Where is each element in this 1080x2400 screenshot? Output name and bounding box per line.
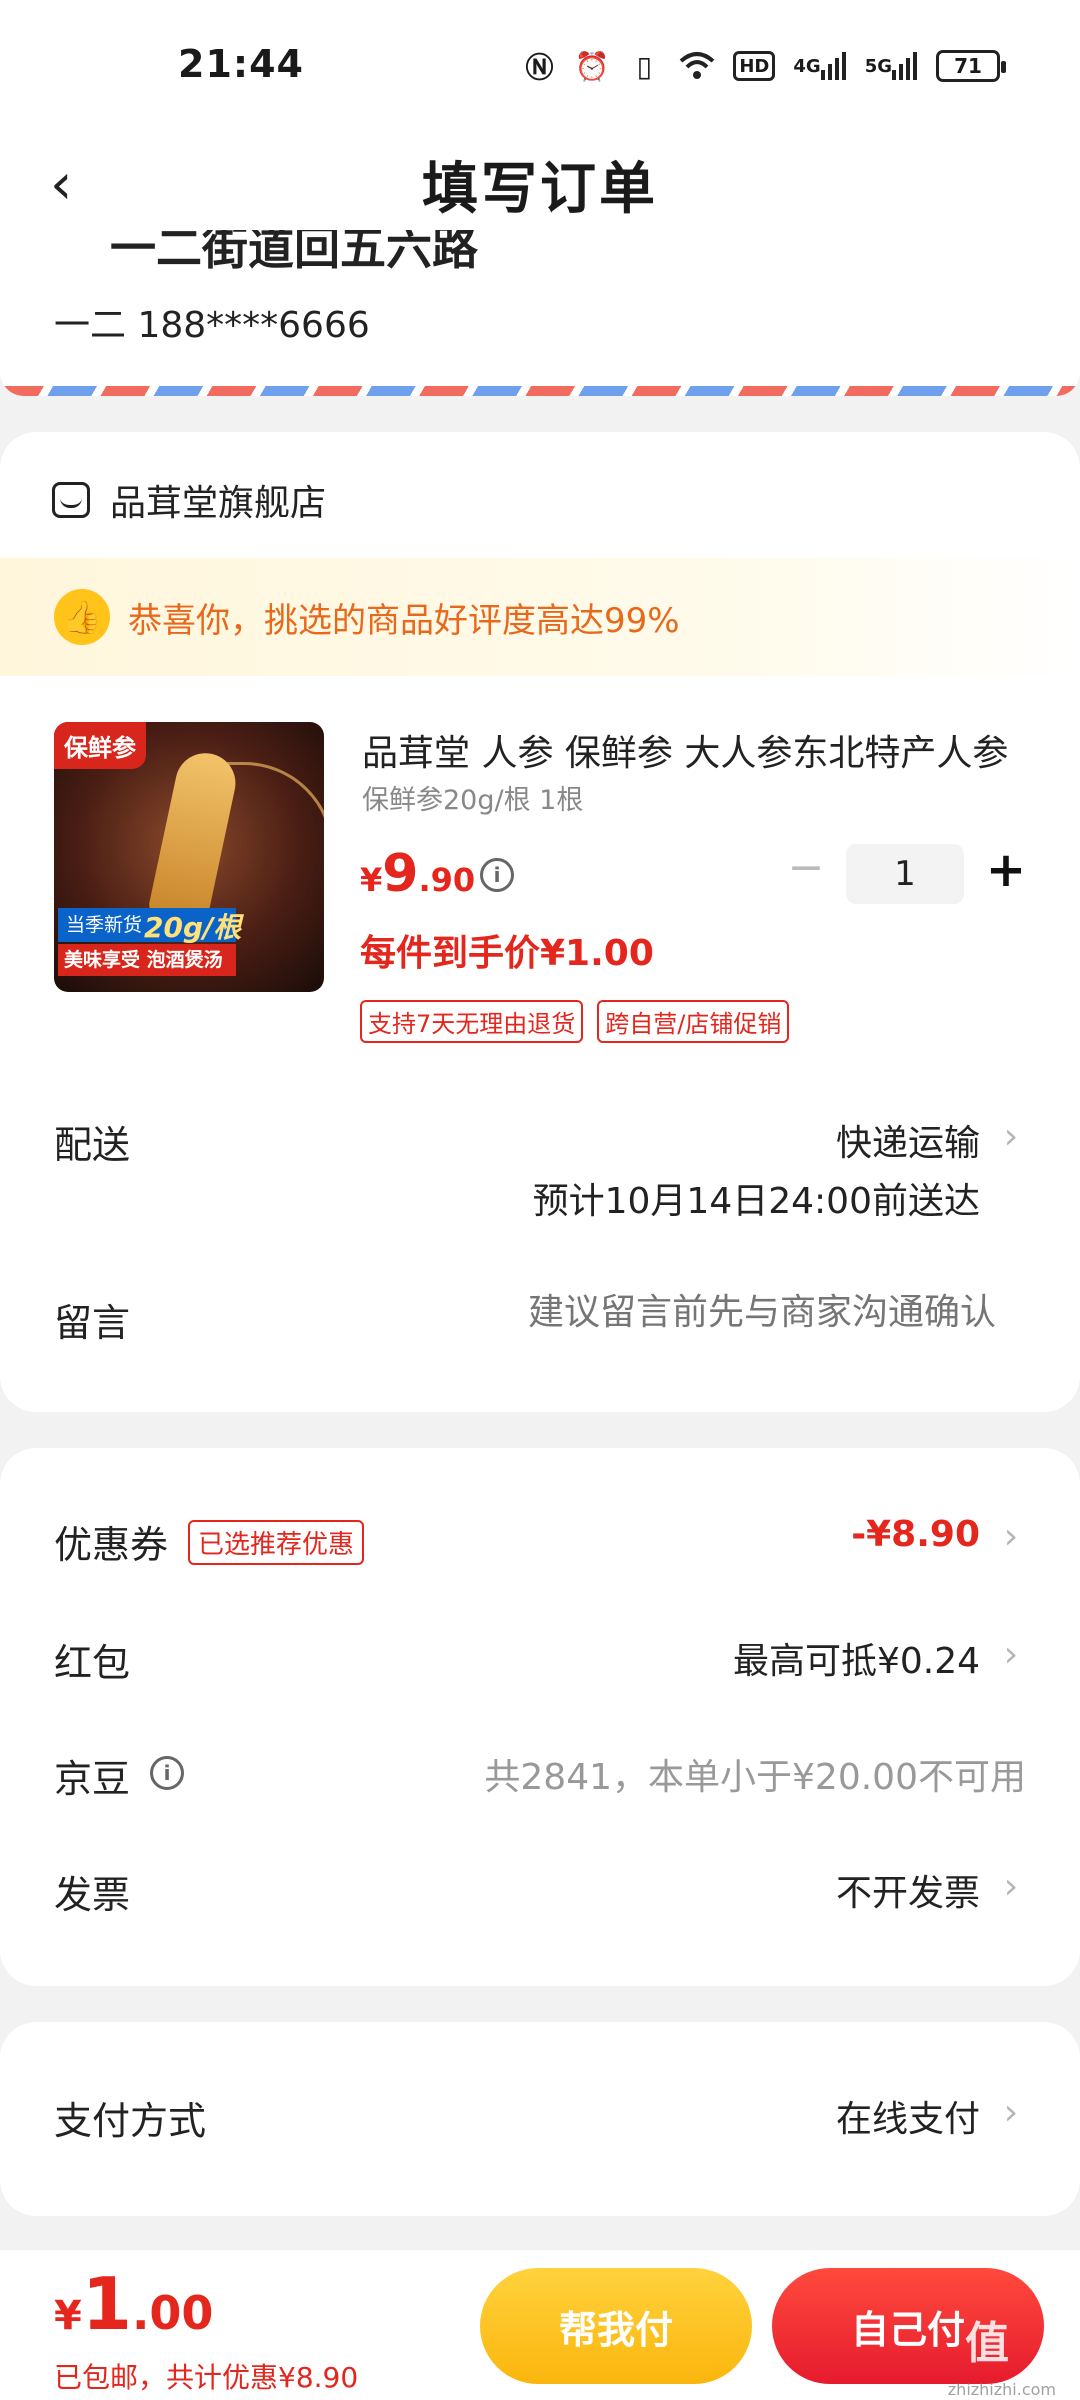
- invoice-row[interactable]: 发票 不开发票 ›: [54, 1864, 1026, 1924]
- chevron-right-icon: ›: [1003, 1516, 1019, 1557]
- total-price: ¥1.00: [54, 2262, 213, 2346]
- payment-card: 支付方式 在线支付 ›: [0, 2022, 1080, 2216]
- hd-icon: HD: [733, 51, 776, 81]
- benefit-card: 优惠券 已选推荐优惠 -¥8.90 › 红包 最高可抵¥0.24 › 京豆 i …: [0, 1448, 1080, 1986]
- final-price: 每件到手价¥1.00: [360, 933, 654, 974]
- delivery-label: 配送: [54, 1123, 131, 1167]
- coupon-label: 优惠券: [54, 1523, 169, 1567]
- invoice-value: 不开发票: [835, 1873, 980, 1914]
- product-spec: 保鲜参20g/根 1根: [362, 785, 584, 816]
- hongbao-label: 红包: [54, 1641, 131, 1685]
- vibrate-icon: ▯: [636, 49, 653, 83]
- shop-icon: [52, 482, 90, 518]
- order-page: 21:44 Ⓝ ⏰ ▯ HD 4G 5G 71 ‹ 填写订单 一二街道回五六路: [0, 0, 1080, 2400]
- payment-value: 在线支付: [835, 2099, 980, 2140]
- address-contact: 一二 188****6666: [54, 305, 370, 346]
- quantity-increase-button[interactable]: +: [984, 842, 1028, 898]
- page-title: 填写订单: [422, 157, 658, 222]
- shop-header[interactable]: 品茸堂旗舰店: [52, 472, 326, 528]
- total-currency: ¥: [54, 2293, 82, 2339]
- product-title[interactable]: 品茸堂 人参 保鲜参 大人参东北特产人参: [362, 724, 1022, 776]
- net-4g-label: 4G: [793, 55, 821, 77]
- hongbao-value: 最高可抵¥0.24: [732, 1641, 980, 1682]
- coupon-tag: 已选推荐优惠: [188, 1520, 365, 1565]
- praise-text: 恭喜你，挑选的商品好评度高达99%: [128, 600, 680, 641]
- product-image[interactable]: 保鲜参 当季新货 20g/根 美味享受 泡酒煲汤: [54, 722, 324, 992]
- status-bar: 21:44 Ⓝ ⏰ ▯ HD 4G 5G 71: [0, 0, 1080, 130]
- message-label: 留言: [54, 1301, 131, 1345]
- delivery-method: 快递运输: [835, 1123, 980, 1164]
- hongbao-row[interactable]: 红包 最高可抵¥0.24 ›: [54, 1632, 1026, 1692]
- status-time: 21:44: [178, 42, 304, 86]
- delivery-eta: 预计10月14日24:00前送达: [532, 1181, 980, 1222]
- coupon-row[interactable]: 优惠券 已选推荐优惠 -¥8.90 ›: [54, 1514, 1026, 1574]
- shop-card: 品茸堂旗舰店 👍 恭喜你，挑选的商品好评度高达99% 保鲜参 当季新货 20g/…: [0, 432, 1080, 1412]
- unit-price: ¥9.90: [360, 844, 475, 904]
- address-line: 一二街道回五六路: [110, 230, 478, 275]
- chevron-right-icon: ›: [1003, 1634, 1019, 1675]
- invoice-label: 发票: [54, 1873, 131, 1917]
- thumbs-up-icon: 👍: [54, 589, 110, 645]
- payment-label: 支付方式: [54, 2099, 207, 2143]
- battery-icon: 71: [936, 50, 1006, 82]
- total-dec: .00: [131, 2286, 214, 2340]
- quantity-decrease-button[interactable]: −: [786, 846, 826, 890]
- message-input[interactable]: [436, 1292, 996, 1333]
- jingdou-row: 京豆 i 共2841，本单小于¥20.00不可用: [54, 1748, 1026, 1808]
- chevron-right-icon: ›: [1003, 1116, 1019, 1157]
- price-currency: ¥: [360, 861, 383, 899]
- coupon-value: -¥8.90: [851, 1514, 980, 1555]
- chevron-right-icon: ›: [1003, 2092, 1019, 2133]
- image-tag: 保鲜参: [54, 722, 146, 769]
- price-dec: .90: [418, 861, 476, 899]
- service-tags: 支持7天无理由退货 跨自营/店铺促销: [360, 1000, 790, 1043]
- help-pay-button[interactable]: 帮我付: [480, 2268, 752, 2384]
- nfc-icon: Ⓝ: [525, 51, 554, 84]
- message-row: 留言: [54, 1292, 1026, 1352]
- shop-name: 品茸堂旗舰店: [110, 483, 327, 524]
- signal-4g-icon: 4G: [793, 48, 846, 84]
- image-badge-weight: 20g/根: [144, 911, 242, 944]
- address-card[interactable]: 一二街道回五六路 一二 188****6666: [0, 230, 1080, 396]
- wifi-icon: [679, 48, 715, 84]
- total-int: 1: [81, 2262, 132, 2346]
- delivery-row[interactable]: 配送 快递运输 › 预计10月14日24:00前送达: [54, 1114, 1026, 1222]
- service-tag-return: 支持7天无理由退货: [360, 1000, 584, 1043]
- alarm-icon: ⏰: [574, 49, 610, 83]
- jingdou-label: 京豆: [54, 1757, 131, 1801]
- net-5g-label: 5G: [864, 55, 892, 77]
- status-icons: Ⓝ ⏰ ▯ HD 4G 5G 71: [522, 46, 1006, 86]
- praise-banner: 👍 恭喜你，挑选的商品好评度高达99%: [0, 558, 1080, 676]
- chevron-right-icon: ›: [1003, 1866, 1019, 1907]
- watermark-site: zhizhizhi.com: [947, 2380, 1056, 2399]
- quantity-value[interactable]: 1: [846, 844, 964, 904]
- jingdou-info-icon[interactable]: i: [150, 1756, 184, 1790]
- payment-row[interactable]: 支付方式 在线支付 ›: [54, 2090, 1026, 2150]
- total-note: 已包邮，共计优惠¥8.90: [54, 2361, 359, 2394]
- jingdou-value: 共2841，本单小于¥20.00不可用: [484, 1757, 1026, 1798]
- signal-5g-icon: 5G: [865, 48, 918, 84]
- airmail-border: [0, 386, 1080, 396]
- price-info-icon[interactable]: i: [480, 858, 514, 892]
- price-int: 9: [382, 844, 419, 904]
- image-badge-bottom: 美味享受 泡酒煲汤: [58, 944, 236, 976]
- service-tag-promo: 跨自营/店铺促销: [597, 1000, 790, 1043]
